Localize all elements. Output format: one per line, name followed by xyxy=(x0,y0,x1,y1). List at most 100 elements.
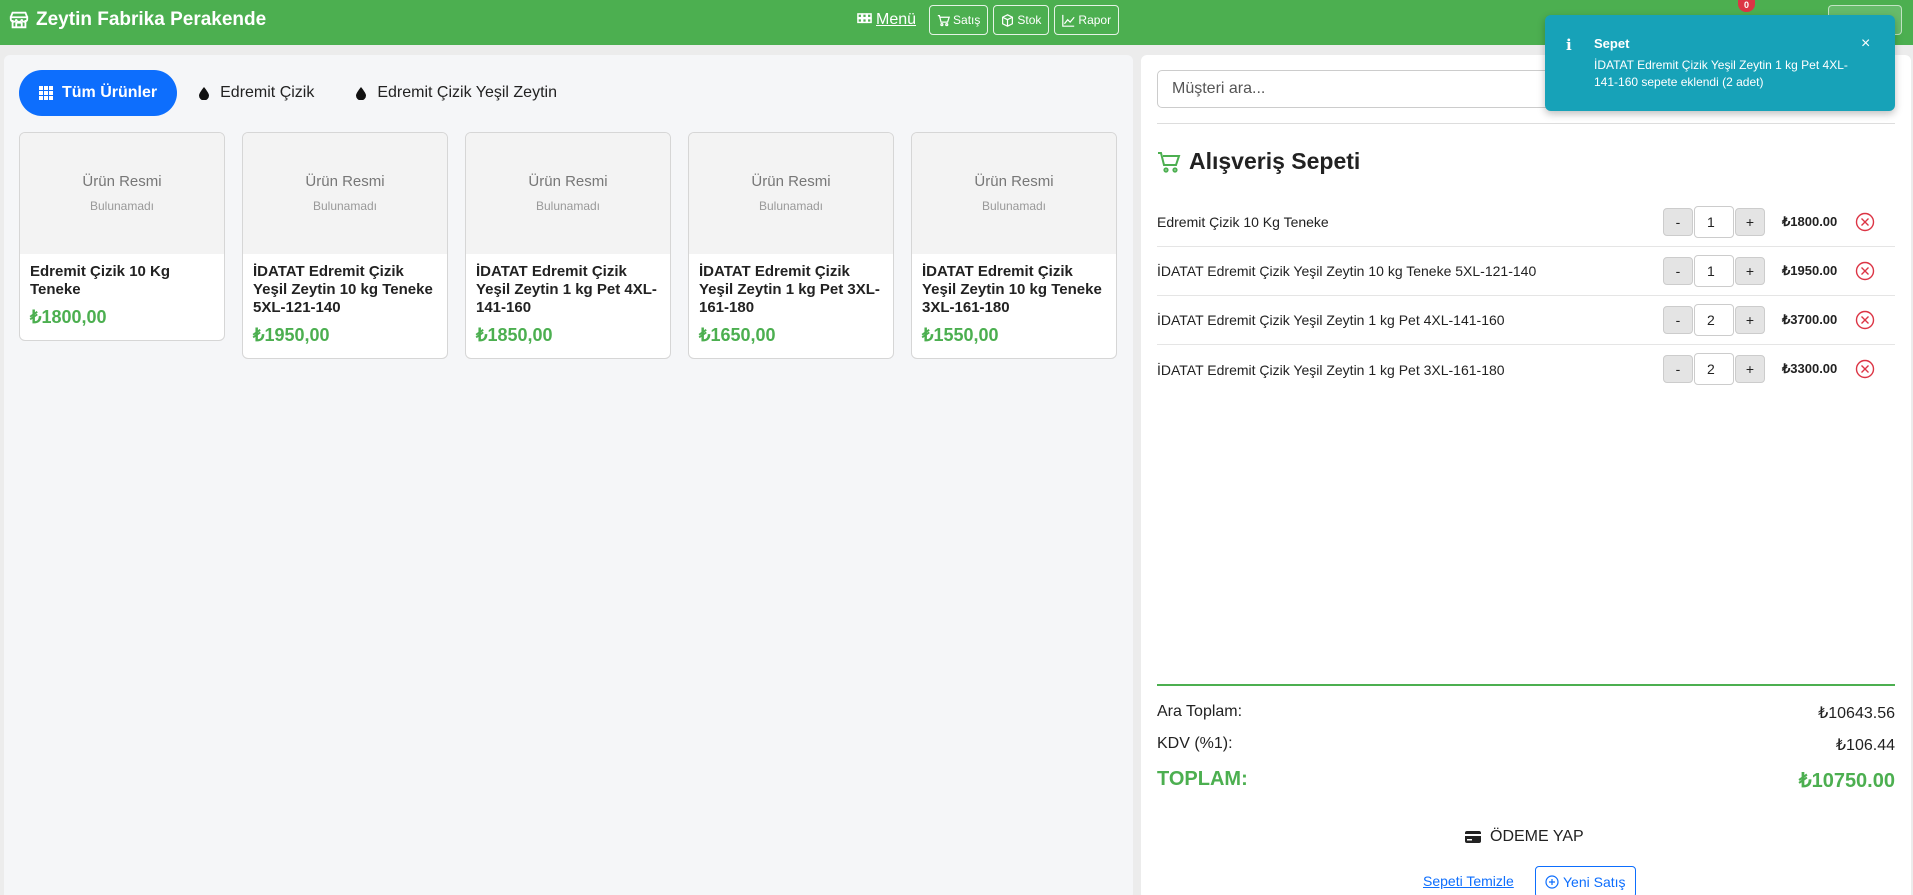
box-icon xyxy=(1002,13,1014,27)
notification-badge[interactable]: 0 xyxy=(1738,0,1755,12)
decrease-qty-button[interactable]: - xyxy=(1663,257,1693,285)
plus-circle-icon xyxy=(1545,875,1559,889)
quantity-input[interactable]: 2 xyxy=(1694,304,1734,336)
clear-cart-link[interactable]: Sepeti Temizle xyxy=(1423,873,1514,889)
product-name: İDATAT Edremit Çizik Yeşil Zeytin 1 kg P… xyxy=(476,263,657,316)
product-price: ₺1550,00 xyxy=(922,325,999,345)
subtotal-row: Ara Toplam: ₺10643.56 xyxy=(1157,703,1895,723)
tab-label: Edremit Çizik xyxy=(220,84,315,101)
remove-item-icon[interactable] xyxy=(1855,310,1875,330)
cart-item-total: ₺1800.00 xyxy=(1782,214,1838,229)
pay-button[interactable]: ÖDEME YAP xyxy=(1465,828,1584,846)
product-name: İDATAT Edremit Çizik Yeşil Zeytin 1 kg P… xyxy=(699,263,880,316)
image-placeholder-subtext: Bulunamadı xyxy=(535,199,601,213)
cart-item-name: İDATAT Edremit Çizik Yeşil Zeytin 1 kg P… xyxy=(1157,361,1505,378)
grand-total-value: ₺10750.00 xyxy=(1798,770,1895,792)
image-placeholder-text: Ürün Resmi xyxy=(82,173,162,190)
quantity-stepper: - 1 + xyxy=(1663,255,1765,287)
cart-item-total: ₺1950.00 xyxy=(1782,263,1838,278)
category-tabs: Tüm Ürünler Edremit Çizik Edremit Çizik … xyxy=(19,70,577,116)
report-button[interactable]: Rapor xyxy=(1054,5,1120,35)
tax-value: ₺106.44 xyxy=(1835,737,1895,754)
app-title: Zeytin Fabrika Perakende xyxy=(36,9,267,30)
app-brand[interactable]: Zeytin Fabrika Perakende xyxy=(8,8,266,32)
image-placeholder-subtext: Bulunamadı xyxy=(981,199,1047,213)
decrease-qty-button[interactable]: - xyxy=(1663,208,1693,236)
cart-item: İDATAT Edremit Çizik Yeşil Zeytin 1 kg P… xyxy=(1157,296,1895,345)
quantity-input[interactable]: 1 xyxy=(1694,255,1734,287)
tab-all-products[interactable]: Tüm Ürünler xyxy=(19,70,178,116)
tab-edremit-cizik[interactable]: Edremit Çizik xyxy=(177,70,334,116)
product-image-placeholder: Ürün Resmi Bulunamadı xyxy=(912,133,1116,254)
quantity-input[interactable]: 2 xyxy=(1694,353,1734,385)
cart-item-list: Edremit Çizik 10 Kg Teneke - 1 + ₺1800.0… xyxy=(1157,198,1895,394)
quantity-input[interactable]: 1 xyxy=(1694,206,1734,238)
totals-divider xyxy=(1157,684,1895,686)
drop-icon xyxy=(356,87,367,100)
tab-label: Edremit Çizik Yeşil Zeytin xyxy=(377,84,557,101)
product-price: ₺1850,00 xyxy=(476,325,553,345)
cart-item-name: İDATAT Edremit Çizik Yeşil Zeytin 10 kg … xyxy=(1157,263,1537,279)
cart-item: Edremit Çizik 10 Kg Teneke - 1 + ₺1800.0… xyxy=(1157,198,1895,247)
pay-button-label: ÖDEME YAP xyxy=(1490,828,1584,845)
cart-item: İDATAT Edremit Çizik Yeşil Zeytin 1 kg P… xyxy=(1157,345,1895,394)
remove-item-icon[interactable] xyxy=(1855,359,1875,379)
cart-item-total: ₺3700.00 xyxy=(1782,312,1838,327)
menu-link[interactable]: Menü xyxy=(857,11,916,29)
product-image-placeholder: Ürün Resmi Bulunamadı xyxy=(689,133,893,254)
cart-item-name: Edremit Çizik 10 Kg Teneke xyxy=(1157,214,1329,230)
toast-close-button[interactable]: × xyxy=(1861,35,1870,53)
product-card[interactable]: Ürün Resmi Bulunamadı İDATAT Edremit Çiz… xyxy=(242,132,448,359)
subtotal-label: Ara Toplam: xyxy=(1157,703,1243,720)
image-placeholder-subtext: Bulunamadı xyxy=(312,199,378,213)
sales-button-label: Satış xyxy=(953,13,981,27)
cart-item-total: ₺3300.00 xyxy=(1782,361,1838,376)
quantity-stepper: - 2 + xyxy=(1663,304,1765,336)
drop-icon xyxy=(199,87,210,100)
product-price: ₺1650,00 xyxy=(699,325,776,345)
subtotal-value: ₺10643.56 xyxy=(1818,705,1895,722)
new-sale-label: Yeni Satış xyxy=(1563,874,1626,890)
product-image-placeholder: Ürün Resmi Bulunamadı xyxy=(20,133,224,254)
product-image-placeholder: Ürün Resmi Bulunamadı xyxy=(466,133,670,254)
increase-qty-button[interactable]: + xyxy=(1735,355,1765,383)
remove-item-icon[interactable] xyxy=(1855,212,1875,232)
tab-label: Tüm Ürünler xyxy=(62,84,158,101)
increase-qty-button[interactable]: + xyxy=(1735,306,1765,334)
decrease-qty-button[interactable]: - xyxy=(1663,306,1693,334)
product-price: ₺1950,00 xyxy=(253,325,330,345)
tab-edremit-cizik-yesil-zeytin[interactable]: Edremit Çizik Yeşil Zeytin xyxy=(334,70,577,116)
store-icon xyxy=(9,11,29,29)
grand-total-label: TOPLAM: xyxy=(1157,768,1248,790)
product-card[interactable]: Ürün Resmi Bulunamadı İDATAT Edremit Çiz… xyxy=(688,132,894,359)
decrease-qty-button[interactable]: - xyxy=(1663,355,1693,383)
divider xyxy=(1157,123,1895,124)
chart-line-icon xyxy=(1062,14,1076,27)
info-icon: i xyxy=(1566,36,1572,54)
menu-label: Menü xyxy=(876,11,917,28)
toast-message: İDATAT Edremit Çizik Yeşil Zeytin 1 kg P… xyxy=(1594,58,1848,89)
remove-item-icon[interactable] xyxy=(1855,261,1875,281)
image-placeholder-subtext: Bulunamadı xyxy=(758,199,824,213)
increase-qty-button[interactable]: + xyxy=(1735,257,1765,285)
product-image-placeholder: Ürün Resmi Bulunamadı xyxy=(243,133,447,254)
image-placeholder-subtext: Bulunamadı xyxy=(89,199,155,213)
product-name: İDATAT Edremit Çizik Yeşil Zeytin 10 kg … xyxy=(922,263,1102,316)
stock-button[interactable]: Stok xyxy=(993,5,1050,35)
new-sale-button[interactable]: Yeni Satış xyxy=(1535,866,1636,895)
sales-button[interactable]: Satış xyxy=(929,5,989,35)
cart-item-name: İDATAT Edremit Çizik Yeşil Zeytin 1 kg P… xyxy=(1157,312,1505,328)
cart-heading: Alışveriş Sepeti xyxy=(1157,148,1360,175)
increase-qty-button[interactable]: + xyxy=(1735,208,1765,236)
product-card[interactable]: Ürün Resmi Bulunamadı Edremit Çizik 10 K… xyxy=(19,132,225,341)
image-placeholder-text: Ürün Resmi xyxy=(751,173,831,190)
quantity-stepper: - 2 + xyxy=(1663,353,1765,385)
product-card[interactable]: Ürün Resmi Bulunamadı İDATAT Edremit Çiz… xyxy=(465,132,671,359)
product-card[interactable]: Ürün Resmi Bulunamadı İDATAT Edremit Çiz… xyxy=(911,132,1117,359)
cart-title: Alışveriş Sepeti xyxy=(1189,148,1361,174)
stock-button-label: Stok xyxy=(1017,13,1042,27)
quantity-stepper: - 1 + xyxy=(1663,206,1765,238)
image-placeholder-text: Ürün Resmi xyxy=(974,173,1054,190)
toast-notification: i Sepet İDATAT Edremit Çizik Yeşil Zeyti… xyxy=(1545,15,1895,111)
product-grid: Ürün Resmi Bulunamadı Edremit Çizik 10 K… xyxy=(19,132,1117,359)
